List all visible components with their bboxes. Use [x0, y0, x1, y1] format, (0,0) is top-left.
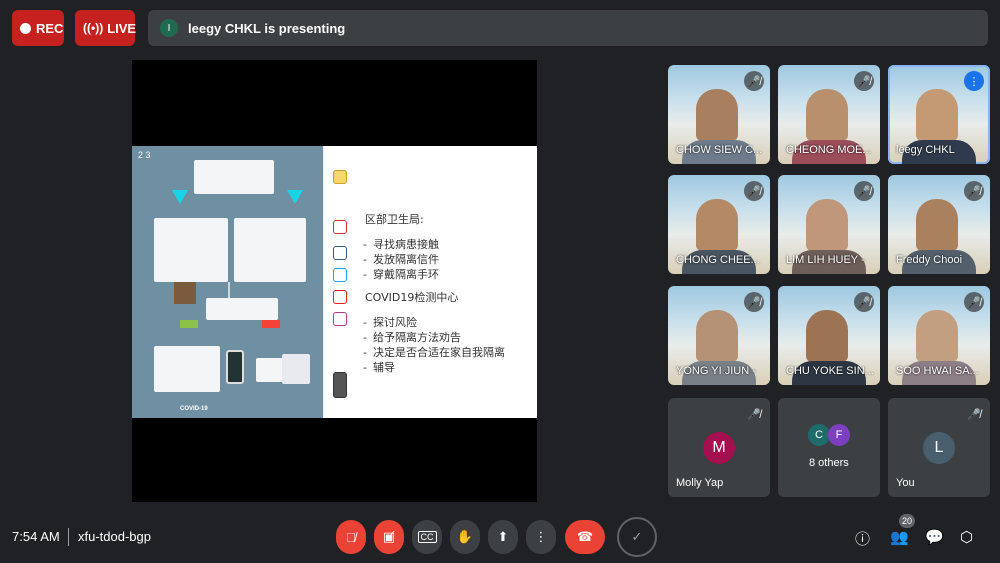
participant-name: Freddy Chooi: [896, 254, 963, 266]
list-item: 发放隔离信件: [363, 252, 537, 267]
mic-off-icon: 🎙̸: [346, 529, 356, 545]
rec-label: REC: [36, 20, 64, 36]
avatar: C: [808, 424, 830, 446]
participant-count-badge: 20: [899, 514, 916, 528]
avatar: F: [828, 424, 850, 446]
participant-tile[interactable]: 🎤̸ Freddy Chooi: [888, 175, 990, 274]
others-tile[interactable]: C F 8 others: [778, 398, 880, 497]
youtube-icon: [333, 290, 347, 304]
meeting-code: xfu-tdod-bgp: [78, 529, 151, 544]
participant-tile-molly[interactable]: 🎤̸ M Molly Yap: [668, 398, 770, 497]
mic-off-icon: 🎤̸: [854, 71, 874, 91]
mic-off-icon: 🎤̸: [854, 292, 874, 312]
meeting-time: 7:54 AM: [12, 529, 60, 544]
record-dot-icon: [20, 22, 31, 34]
checkmark-icon: ✓: [631, 529, 643, 544]
speaking-indicator-icon: ⋮: [964, 71, 984, 91]
mic-off-icon: 🎤̸: [744, 71, 764, 91]
raise-hand-button[interactable]: ✋: [450, 520, 480, 554]
activities-icon[interactable]: ⬡: [960, 528, 973, 546]
chat-icon[interactable]: 💬: [925, 528, 944, 546]
qr-code-icon: [333, 372, 347, 398]
participant-name: You: [896, 477, 915, 489]
broadcast-icon: ((•)): [83, 21, 104, 35]
rec-indicator[interactable]: REC: [12, 10, 64, 46]
divider: [68, 528, 69, 546]
slide-heading-1: 区部卫生局:: [365, 213, 424, 226]
mic-off-icon: 🎤̸: [744, 292, 764, 312]
facebook-icon: [333, 246, 347, 260]
bottom-control-bar: 7:54 AM xfu-tdod-bgp 🎙̸ ▣̸ CC ✋ ⬆ ⋮ ☎ ✓ …: [0, 512, 1000, 562]
more-vert-icon: ⋮: [534, 529, 548, 544]
camera-off-icon: ▣̸: [382, 529, 396, 544]
top-bar: REC ((•)) LIVE I leegy CHKL is presentin…: [12, 10, 988, 46]
hand-icon: ✋: [456, 529, 474, 544]
twitter-icon: [333, 268, 347, 282]
participant-name: leegy CHKL: [896, 144, 955, 156]
mic-off-icon: 🎤̸: [967, 408, 981, 421]
participant-tile[interactable]: 🎤̸ SOO HWAI SA...: [888, 286, 990, 385]
participant-tile[interactable]: 🎤̸ CHEONG MOE...: [778, 65, 880, 164]
hang-up-icon: ☎: [576, 529, 594, 544]
people-icon[interactable]: 👥: [890, 528, 909, 546]
captions-button[interactable]: CC: [412, 520, 442, 554]
live-indicator[interactable]: ((•)) LIVE: [75, 10, 137, 46]
live-label: LIVE: [107, 20, 137, 36]
participant-name: SOO HWAI SA...: [896, 365, 979, 377]
slide-poster-image: 2 3 COVID-19: [132, 146, 323, 418]
presentation-slide: 2 3 COVID-19 区部卫生局: - 寻找病患接触 - 发放隔离信件 - …: [132, 146, 537, 418]
poster-brand: COVID-19: [180, 406, 208, 412]
slide-page-number: 2 3: [138, 150, 151, 160]
others-label: 8 others: [809, 457, 849, 469]
slide-list-1: 寻找病患接触 发放隔离信件 穿戴隔离手环: [363, 237, 537, 282]
slide-heading-2: COVID19检测中心: [365, 291, 459, 304]
participant-name: CHOW SIEW C...: [676, 144, 763, 156]
mic-off-icon: 🎤̸: [964, 292, 984, 312]
list-item: 决定是否合适在家自我隔离: [363, 345, 537, 360]
presenting-banner: I leegy CHKL is presenting: [148, 10, 988, 46]
participant-name: CHEONG MOE...: [786, 144, 872, 156]
captions-icon: CC: [417, 531, 437, 543]
self-tile[interactable]: 🎤̸ L You: [888, 398, 990, 497]
list-item: 寻找病患接触: [363, 237, 537, 252]
participant-tile[interactable]: 🎤̸ CHU YOKE SIN...: [778, 286, 880, 385]
slide-logo-strip: [323, 146, 355, 418]
presentation-stage[interactable]: 2 3 COVID-19 区部卫生局: - 寻找病患接触 - 发放隔离信件 - …: [132, 60, 537, 502]
instagram-icon: [333, 312, 347, 326]
mic-off-icon: 🎤̸: [964, 181, 984, 201]
participant-tile[interactable]: 🎤̸ LIM LIH HUEY -: [778, 175, 880, 274]
participant-name: CHONG CHEE...: [676, 254, 760, 266]
participant-name: YONG YI JIUN -: [676, 365, 756, 377]
slide-list-2: 探讨风险 给予隔离方法劝告 决定是否合适在家自我隔离 辅导: [363, 315, 537, 375]
avatar: M: [703, 432, 735, 464]
mic-off-icon: 🎤̸: [744, 181, 764, 201]
crest-icon: [333, 170, 347, 184]
camera-toggle-button[interactable]: ▣̸: [374, 520, 404, 554]
leave-call-button[interactable]: ☎: [565, 520, 605, 554]
list-item: 探讨风险: [363, 315, 537, 330]
present-button[interactable]: ⬆: [488, 520, 518, 554]
presenting-text: leegy CHKL is presenting: [188, 20, 346, 36]
present-screen-icon: ⬆: [497, 529, 509, 544]
more-options-button[interactable]: ⋮: [526, 520, 556, 554]
mic-off-icon: 🎤̸: [747, 408, 761, 421]
mic-off-icon: 🎤̸: [854, 181, 874, 201]
info-icon[interactable]: ⓘ: [855, 528, 870, 549]
check-button[interactable]: ✓: [617, 517, 657, 557]
avatar: L: [923, 432, 955, 464]
list-item: 给予隔离方法劝告: [363, 330, 537, 345]
participant-tile[interactable]: 🎤̸ CHONG CHEE...: [668, 175, 770, 274]
presenter-avatar: I: [160, 19, 178, 37]
list-item: 辅导: [363, 360, 537, 375]
participant-name: Molly Yap: [676, 477, 724, 489]
participant-tile[interactable]: 🎤̸ CHOW SIEW C...: [668, 65, 770, 164]
slide-text: 区部卫生局: 寻找病患接触 发放隔离信件 穿戴隔离手环 COVID19检测中心 …: [355, 146, 537, 418]
participant-name: CHU YOKE SIN...: [786, 365, 874, 377]
participant-tile[interactable]: 🎤̸ YONG YI JIUN -: [668, 286, 770, 385]
participant-tile-speaking[interactable]: ⋮ leegy CHKL: [888, 65, 990, 164]
list-item: 穿戴隔离手环: [363, 267, 537, 282]
mic-toggle-button[interactable]: 🎙̸: [336, 520, 366, 554]
health-logo-icon: [333, 220, 347, 234]
participant-name: LIM LIH HUEY -: [786, 254, 865, 266]
